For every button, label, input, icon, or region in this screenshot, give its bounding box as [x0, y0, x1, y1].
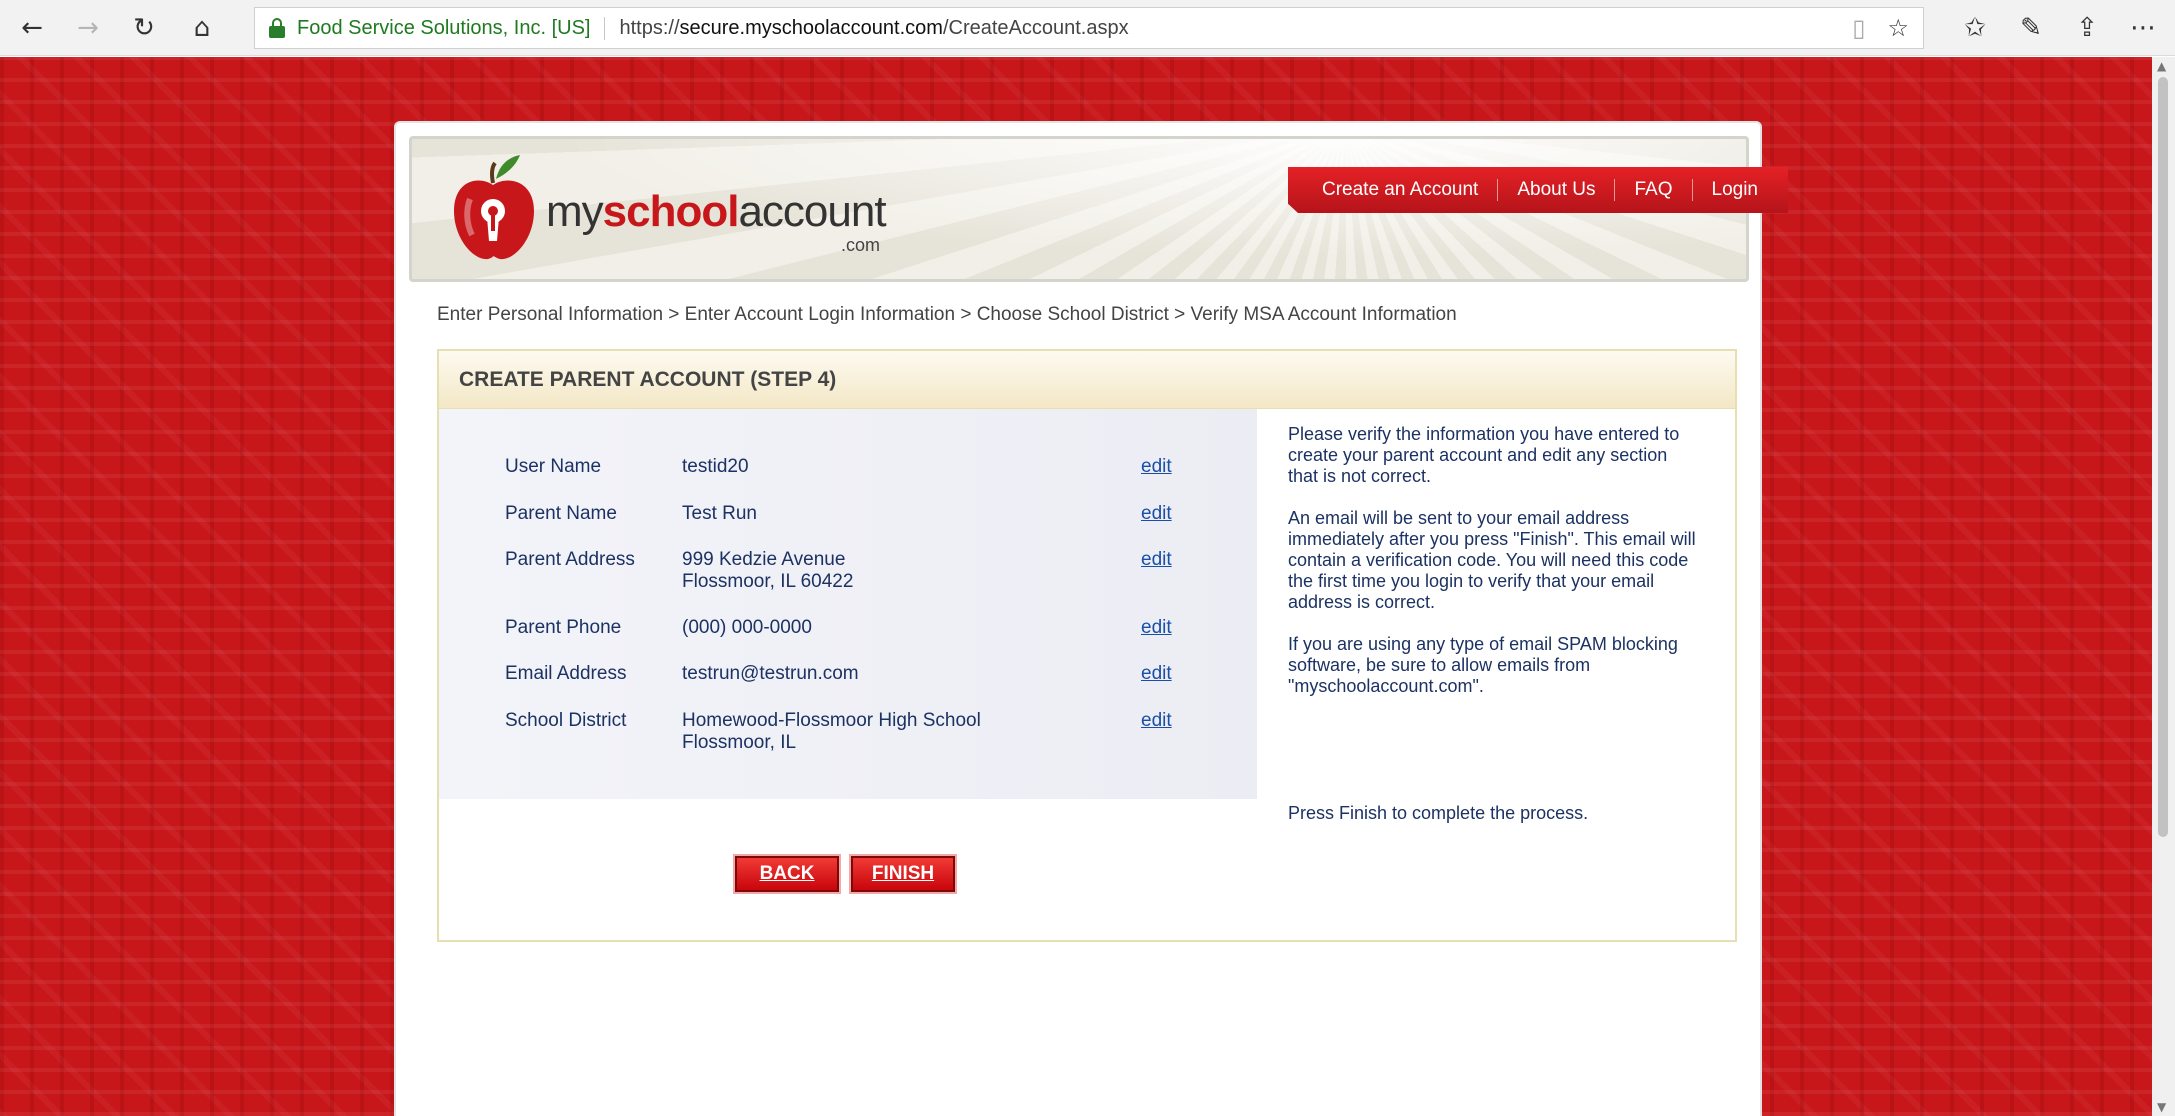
- page-background: myschoolaccount .com Create an Account A…: [0, 57, 2152, 1116]
- step-title: CREATE PARENT ACCOUNT (STEP 4): [459, 368, 837, 391]
- help-finish-text: Press Finish to complete the process.: [1288, 803, 1589, 823]
- home-icon[interactable]: ⌂: [182, 8, 222, 48]
- forward-arrow-icon[interactable]: →: [68, 8, 108, 48]
- field-label: Parent Address: [505, 549, 635, 570]
- apple-logo-icon: [454, 155, 534, 260]
- edit-parent-address-link[interactable]: edit: [1141, 549, 1172, 571]
- reading-view-icon[interactable]: ▯: [1852, 14, 1865, 42]
- help-verify-text: Please verify the information you have e…: [1288, 424, 1680, 486]
- field-value: testid20: [682, 456, 749, 477]
- edit-parent-phone-link[interactable]: edit: [1141, 617, 1172, 639]
- field-label: User Name: [505, 456, 602, 477]
- vertical-scrollbar[interactable]: ▲ ▼: [2152, 57, 2175, 1116]
- address-bar[interactable]: Food Service Solutions, Inc. [US] https:…: [254, 7, 1924, 49]
- site-identity[interactable]: Food Service Solutions, Inc. [US]: [297, 16, 606, 40]
- scroll-up-arrow-icon[interactable]: ▲: [2157, 59, 2166, 73]
- logo-wordmark: myschoolaccount: [546, 187, 887, 236]
- nav-login[interactable]: Login: [1691, 179, 1778, 201]
- scroll-down-arrow-icon[interactable]: ▼: [2157, 1100, 2166, 1114]
- field-value: (000) 000-0000: [682, 617, 812, 638]
- help-spam-text: If you are using any type of email SPAM …: [1288, 634, 1678, 696]
- favorite-star-icon[interactable]: ☆: [1887, 14, 1909, 42]
- edit-parent-name-link[interactable]: edit: [1141, 503, 1172, 525]
- refresh-icon[interactable]: ↻: [124, 8, 164, 48]
- header-banner: myschoolaccount .com Create an Account A…: [409, 136, 1788, 282]
- top-navigation: Create an Account About Us FAQ Login: [1288, 167, 1788, 213]
- nav-create-account[interactable]: Create an Account: [1322, 179, 1497, 201]
- share-icon[interactable]: ⇪: [2067, 8, 2107, 48]
- help-email-text: An email will be sent to your email addr…: [1288, 508, 1696, 612]
- lock-icon: [269, 18, 285, 38]
- step-panel: CREATE PARENT ACCOUNT (STEP 4) User Name…: [437, 349, 1737, 942]
- pen-note-icon[interactable]: ✎: [2011, 8, 2051, 48]
- field-label: Parent Phone: [505, 617, 622, 638]
- finish-button[interactable]: FINISH: [849, 854, 957, 894]
- back-arrow-icon[interactable]: ←: [12, 8, 52, 48]
- main-panel: myschoolaccount .com Create an Account A…: [394, 121, 1788, 1116]
- field-value: 999 Kedzie Avenue Flossmoor, IL 60422: [682, 549, 854, 592]
- account-summary: User Name testid20 edit Parent Name Test…: [439, 409, 1257, 799]
- field-label: Parent Name: [505, 503, 617, 524]
- site-logo[interactable]: myschoolaccount .com: [448, 149, 887, 269]
- field-value: Homewood-Flossmoor High School Flossmoor,…: [682, 710, 981, 753]
- nav-faq[interactable]: FAQ: [1614, 179, 1691, 201]
- more-options-icon[interactable]: ⋯: [2123, 8, 2163, 48]
- step-header: CREATE PARENT ACCOUNT (STEP 4): [439, 351, 1735, 409]
- field-value: Test Run: [682, 503, 757, 524]
- back-button[interactable]: BACK: [733, 854, 841, 894]
- favorites-hub-icon[interactable]: ✩: [1955, 8, 1995, 48]
- edit-school-district-link[interactable]: edit: [1141, 710, 1172, 732]
- browser-toolbar: ← → ↻ ⌂ Food Service Solutions, Inc. [US…: [0, 0, 2175, 56]
- breadcrumb: Enter Personal Information > Enter Accou…: [437, 304, 1457, 325]
- field-label: School District: [505, 710, 627, 731]
- edit-user-name-link[interactable]: edit: [1141, 456, 1172, 478]
- field-label: Email Address: [505, 663, 627, 684]
- edit-email-address-link[interactable]: edit: [1141, 663, 1172, 685]
- logo-domain: .com: [841, 235, 881, 255]
- nav-about-us[interactable]: About Us: [1497, 179, 1614, 201]
- url-text[interactable]: https://secure.myschoolaccount.com/Creat…: [619, 17, 1128, 40]
- field-value: testrun@testrun.com: [682, 663, 859, 684]
- scrollbar-thumb[interactable]: [2158, 77, 2168, 837]
